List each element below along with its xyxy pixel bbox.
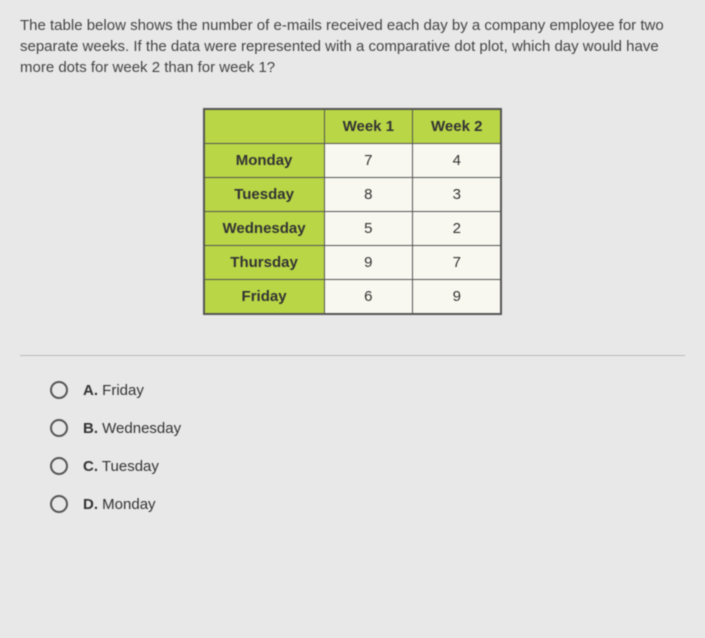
option-label: A. Friday <box>83 382 144 399</box>
data-cell: 9 <box>413 280 502 315</box>
option-letter: B. <box>83 420 98 437</box>
table-row: Thursday 9 7 <box>204 246 502 280</box>
option-d[interactable]: D. Monday <box>50 495 685 513</box>
option-letter: C. <box>83 458 98 475</box>
col-header-week1: Week 1 <box>324 109 412 144</box>
data-cell: 3 <box>413 178 502 212</box>
data-cell: 2 <box>413 212 502 246</box>
radio-icon <box>50 419 68 437</box>
table-row: Tuesday 8 3 <box>204 178 502 212</box>
option-letter: D. <box>83 496 98 513</box>
option-letter: A. <box>83 382 98 399</box>
option-text: Monday <box>102 496 155 513</box>
option-label: B. Wednesday <box>83 420 181 437</box>
data-cell: 4 <box>413 144 502 178</box>
radio-icon <box>50 495 68 513</box>
options-group: A. Friday B. Wednesday C. Tuesday D. Mon… <box>20 381 685 513</box>
radio-icon <box>50 381 68 399</box>
data-cell: 7 <box>324 144 412 178</box>
row-label: Thursday <box>204 246 325 280</box>
option-label: C. Tuesday <box>83 458 159 475</box>
data-cell: 6 <box>324 280 412 315</box>
option-b[interactable]: B. Wednesday <box>50 419 685 437</box>
table-header-row: Week 1 Week 2 <box>204 109 502 144</box>
divider <box>20 355 685 356</box>
data-cell: 7 <box>413 246 502 280</box>
table-row: Wednesday 5 2 <box>204 212 502 246</box>
data-table-wrap: Week 1 Week 2 Monday 7 4 Tuesday 8 3 Wed… <box>20 108 685 315</box>
table-row: Friday 6 9 <box>204 280 502 315</box>
col-header-week2: Week 2 <box>413 109 502 144</box>
row-label: Friday <box>204 280 325 315</box>
question-text: The table below shows the number of e-ma… <box>20 15 685 78</box>
option-a[interactable]: A. Friday <box>50 381 685 399</box>
radio-icon <box>50 457 68 475</box>
option-text: Tuesday <box>102 458 159 475</box>
table-row: Monday 7 4 <box>204 144 502 178</box>
data-cell: 8 <box>324 178 412 212</box>
option-text: Friday <box>102 382 144 399</box>
data-table: Week 1 Week 2 Monday 7 4 Tuesday 8 3 Wed… <box>203 108 503 315</box>
row-label: Wednesday <box>204 212 325 246</box>
option-c[interactable]: C. Tuesday <box>50 457 685 475</box>
option-text: Wednesday <box>102 420 181 437</box>
table-corner-cell <box>204 109 325 144</box>
data-cell: 5 <box>324 212 412 246</box>
data-cell: 9 <box>324 246 412 280</box>
row-label: Monday <box>204 144 325 178</box>
row-label: Tuesday <box>204 178 325 212</box>
option-label: D. Monday <box>83 496 156 513</box>
